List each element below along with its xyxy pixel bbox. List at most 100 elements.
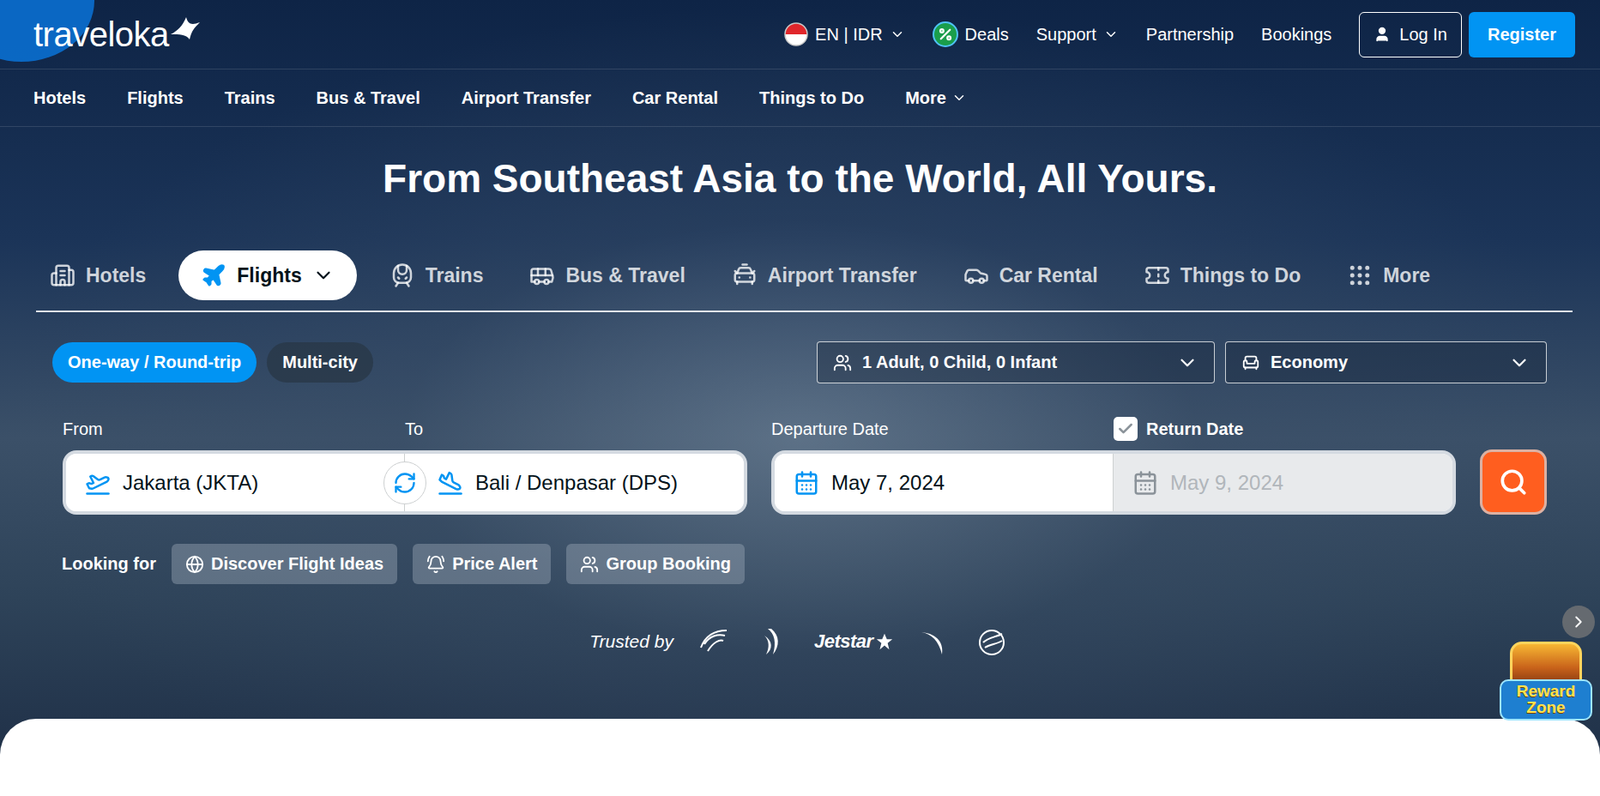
product-tab[interactable]: More	[1333, 250, 1444, 301]
top-header: traveloka EN | IDR Deals Support Partnership…	[0, 0, 1600, 69]
product-tab[interactable]: Hotels	[36, 250, 160, 301]
search-options: One-way / Round-tripMulti-city 1 Adult, 0…	[52, 341, 1547, 384]
to-label: To	[404, 419, 748, 440]
chevron-down-icon	[951, 90, 967, 106]
product-tabs: Hotels Flights Trains Bus & Travel Airport T…	[36, 250, 1573, 313]
reward-zone-text: Reward Zone	[1499, 679, 1593, 721]
looking-for-chip[interactable]: Group Booking	[566, 543, 745, 585]
product-nav-item[interactable]: Trains	[224, 88, 276, 109]
activity-icon	[1144, 262, 1171, 289]
chevron-down-icon	[889, 26, 906, 43]
flight-icon	[200, 262, 227, 289]
swap-button[interactable]	[383, 461, 427, 505]
looking-for-chip[interactable]: Price Alert	[412, 543, 551, 585]
header-links: EN | IDR Deals Support Partnership Bookings L…	[784, 12, 1576, 58]
register-button[interactable]: Register	[1468, 12, 1576, 58]
product-nav-item[interactable]: Things to Do	[759, 88, 864, 109]
select-group: 1 Adult, 0 Child, 0 InfantEconomy	[816, 341, 1547, 384]
star-icon	[875, 632, 894, 652]
departure-label: Departure Date	[771, 419, 1114, 440]
date-column: Departure DateReturn Date May 7, 2024May …	[771, 416, 1456, 515]
route-column: FromTo Jakarta (JKTA)Bali / Denpasar (DPS…	[62, 416, 748, 515]
route-input: Jakarta (JKTA)Bali / Denpasar (DPS)	[62, 450, 748, 515]
car-icon	[963, 262, 990, 289]
hotel-icon	[49, 262, 76, 289]
locale-selector[interactable]: EN | IDR	[784, 22, 906, 47]
check-icon	[1116, 420, 1135, 438]
search-icon	[1498, 467, 1528, 497]
looking-for-label: Looking for	[61, 554, 157, 574]
from-label: From	[62, 419, 405, 440]
cathay-logo-icon	[917, 625, 953, 659]
to-field[interactable]: Bali / Denpasar (DPS)	[404, 453, 744, 512]
landing-icon	[437, 470, 464, 496]
product-tab[interactable]: Flights	[178, 250, 357, 301]
search-button[interactable]	[1479, 449, 1547, 515]
product-nav-item[interactable]: Bus & Travel	[316, 88, 421, 109]
cabin-select[interactable]: Economy	[1225, 341, 1547, 384]
login-button[interactable]: Log In	[1358, 12, 1462, 58]
product-tab[interactable]: Bus & Travel	[515, 250, 699, 301]
chevron-down-icon	[312, 264, 335, 287]
route-labels: FromTo	[62, 416, 748, 442]
jetstar-logo: Jetstar	[814, 630, 894, 653]
user-icon	[1373, 25, 1391, 43]
looking-for-chip[interactable]: Discover Flight Ideas	[171, 543, 398, 585]
trusted-by-label: Trusted by	[589, 631, 674, 653]
trip-type-pill[interactable]: Multi-city	[266, 342, 374, 383]
chevron-down-icon	[1508, 351, 1531, 375]
calendar-icon	[793, 470, 820, 496]
trip-type-pill[interactable]: One-way / Round-trip	[52, 342, 257, 383]
seat-icon	[1241, 353, 1261, 373]
takeoff-icon	[84, 470, 111, 496]
chevron-down-icon	[1103, 26, 1119, 43]
reward-zone-badge[interactable]: Reward Zone	[1499, 641, 1593, 721]
date-input: May 7, 2024May 9, 2024	[771, 450, 1456, 515]
product-nav-item[interactable]: Airport Transfer	[461, 88, 592, 109]
bus-icon	[529, 262, 556, 289]
trip-type-group: One-way / Round-tripMulti-city	[52, 342, 374, 383]
chevron-down-icon	[1176, 351, 1199, 375]
product-tab[interactable]: Trains	[375, 250, 498, 301]
product-nav-item[interactable]: More	[905, 88, 967, 109]
passengers-icon	[833, 353, 852, 373]
traveloka-bird-icon	[169, 15, 202, 43]
from-field[interactable]: Jakarta (JKTA)	[66, 453, 405, 512]
product-tab[interactable]: Car Rental	[949, 250, 1112, 301]
header-link[interactable]: Support	[1036, 24, 1119, 45]
traveloka-home: traveloka EN | IDR Deals Support Partnership…	[0, 0, 1600, 796]
return-field[interactable]: May 9, 2024	[1113, 453, 1453, 512]
product-nav-item[interactable]: Car Rental	[632, 88, 719, 109]
indonesia-flag-icon	[784, 22, 809, 47]
product-nav: Hotels Flights Trains Bus & Travel Airport T…	[0, 68, 1600, 127]
deals-badge	[932, 21, 959, 48]
qatar-logo-icon	[976, 625, 1011, 659]
product-tab[interactable]: Things to Do	[1130, 250, 1316, 301]
garuda-logo-icon	[697, 625, 732, 659]
transfer-icon	[731, 262, 758, 289]
alert-icon	[426, 555, 446, 574]
product-nav-item[interactable]: Flights	[126, 88, 184, 109]
product-nav-item[interactable]: Hotels	[33, 88, 86, 109]
more-icon	[1346, 262, 1373, 289]
date-labels: Departure DateReturn Date	[771, 416, 1456, 442]
looking-for-row: Looking for Discover Flight Ideas Price Al…	[61, 543, 1600, 585]
trusted-by-row: Trusted by Jetstar	[0, 625, 1600, 659]
search-fields: FromTo Jakarta (JKTA)Bali / Denpasar (DPS…	[62, 416, 1547, 515]
train-icon	[389, 262, 416, 289]
next-arrow-button[interactable]	[1562, 605, 1595, 639]
traveloka-logo[interactable]: traveloka	[33, 15, 202, 55]
header-link[interactable]: Deals	[932, 21, 1009, 48]
return-checkbox[interactable]	[1113, 416, 1138, 441]
percent-icon	[937, 26, 954, 43]
return-label: Return Date	[1113, 416, 1456, 441]
singapore-logo-icon	[755, 625, 791, 659]
header-link[interactable]: Bookings	[1261, 24, 1332, 45]
product-tab[interactable]: Airport Transfer	[718, 250, 931, 301]
header-link[interactable]: Partnership	[1146, 24, 1234, 45]
group-icon	[579, 555, 599, 574]
swap-icon	[392, 470, 417, 496]
passenger-select[interactable]: 1 Adult, 0 Child, 0 Infant	[816, 341, 1215, 384]
departure-field[interactable]: May 7, 2024	[774, 453, 1114, 512]
chevron-right-icon	[1569, 612, 1588, 632]
